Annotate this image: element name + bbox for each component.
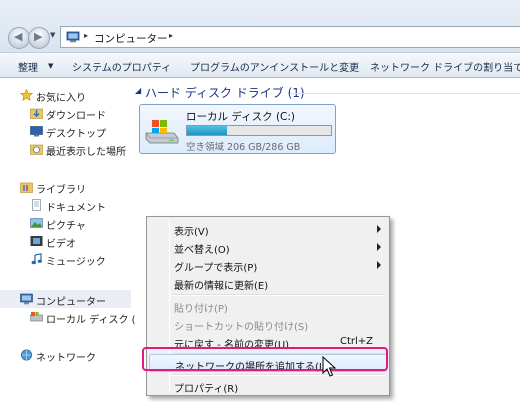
network-icon (21, 349, 32, 361)
command-bar: 整理 ▼ システムのプロパティ プログラムのアンインストールと変更 ネットワーク… (0, 52, 520, 78)
menu-item-paste-shortcut-label: ショートカットの貼り付け(S) (174, 322, 309, 333)
nav-computer-label: コンピューター (36, 297, 106, 308)
nav-recent-places[interactable]: 最近表示した場所 (0, 140, 131, 158)
star-icon (20, 89, 33, 101)
nav-local-disk[interactable]: ローカル ディスク ( (0, 308, 136, 326)
mouse-cursor-icon (322, 356, 337, 377)
recent-pages-dropdown-icon[interactable]: ▼ (50, 31, 58, 43)
back-button[interactable]: ◀ (8, 27, 30, 49)
address-bar-area: ◀ ▶ ▼ ▸ コンピューター ▸ (0, 0, 520, 52)
nav-downloads[interactable]: ダウンロード (0, 104, 131, 122)
drive-free-space: 空き領域 206 GB/286 GB (186, 142, 301, 153)
nav-libraries-label: ライブラリ (36, 185, 86, 196)
submenu-arrow-icon (377, 261, 381, 269)
nav-desktop[interactable]: デスクトップ (0, 122, 131, 140)
navigation-pane: お気に入り ダウンロード デスクトップ 最近表示した場所 ライブラリ ドキュメン… (0, 78, 136, 402)
nav-documents-label: ドキュメント (46, 203, 106, 214)
menu-item-refresh-label: 最新の情報に更新(E) (174, 281, 269, 292)
computer-icon (66, 31, 80, 43)
forward-button[interactable]: ▶ (28, 27, 50, 49)
annotation-highlight-box (142, 347, 388, 371)
nav-music[interactable]: ミュージック (0, 250, 131, 268)
submenu-arrow-icon (377, 243, 381, 251)
collapse-chevron-icon[interactable]: ◢ (135, 86, 141, 95)
music-icon (31, 253, 42, 265)
menu-item-undo-shortcut: Ctrl+Z (339, 336, 373, 347)
menu-item-group-by-label: グループで表示(P) (174, 263, 258, 274)
nav-local-disk-label: ローカル ディスク ( (46, 315, 136, 326)
nav-downloads-label: ダウンロード (46, 111, 106, 122)
hard-drive-icon (30, 312, 43, 322)
nav-pictures-label: ピクチャ (46, 221, 86, 232)
recent-places-icon (30, 144, 43, 155)
back-arrow-icon: ◀ (14, 30, 23, 43)
menu-item-paste[interactable]: 貼り付け(P) (149, 297, 387, 315)
drive-tile-c[interactable]: ローカル ディスク (C:) 空き領域 206 GB/286 GB (139, 104, 336, 154)
computer-icon (20, 293, 33, 305)
desktop-icon (30, 126, 43, 137)
libraries-icon (20, 182, 33, 193)
chevron-down-icon[interactable]: ▼ (48, 62, 53, 70)
menu-item-paste-shortcut[interactable]: ショートカットの貼り付け(S) (149, 315, 387, 333)
menu-item-sort-label: 並べ替え(O) (174, 245, 230, 256)
nav-videos[interactable]: ビデオ (0, 232, 131, 250)
organize-button[interactable]: 整理 (18, 59, 38, 74)
nav-documents[interactable]: ドキュメント (0, 196, 131, 214)
uninstall-program-button[interactable]: プログラムのアンインストールと変更 (190, 59, 359, 74)
submenu-arrow-icon (377, 225, 381, 233)
nav-favorites[interactable]: お気に入り (0, 86, 131, 104)
group-divider (290, 93, 520, 94)
map-network-drive-button[interactable]: ネットワーク ドライブの割り当て (370, 59, 520, 74)
menu-item-view[interactable]: 表示(V) (149, 220, 387, 238)
menu-item-group-by[interactable]: グループで表示(P) (149, 256, 387, 274)
menu-item-view-label: 表示(V) (174, 227, 209, 238)
downloads-folder-icon (30, 108, 43, 119)
nav-favorites-label: お気に入り (36, 93, 86, 104)
drive-usage-fill (187, 126, 228, 135)
hard-drive-icon (145, 120, 179, 144)
nav-music-label: ミュージック (46, 257, 106, 268)
nav-desktop-label: デスクトップ (46, 129, 106, 140)
videos-icon (30, 236, 43, 246)
nav-libraries[interactable]: ライブラリ (0, 178, 131, 196)
menu-item-paste-label: 貼り付け(P) (174, 304, 228, 315)
breadcrumb-computer[interactable]: コンピューター (94, 31, 168, 46)
nav-network[interactable]: ネットワーク (0, 346, 131, 364)
nav-recent-places-label: 最近表示した場所 (46, 147, 126, 158)
nav-pictures[interactable]: ピクチャ (0, 214, 131, 232)
breadcrumb-separator[interactable]: ▸ (169, 31, 173, 40)
menu-item-properties-label: プロパティ(R) (174, 384, 239, 395)
drive-usage-bar (186, 125, 332, 136)
documents-icon (32, 199, 41, 211)
pictures-icon (30, 218, 43, 228)
nav-computer[interactable]: コンピューター (0, 290, 131, 308)
menu-item-properties[interactable]: プロパティ(R) (149, 377, 387, 395)
nav-network-label: ネットワーク (36, 353, 96, 364)
group-header[interactable]: ハード ディスク ドライブ (1) (145, 84, 305, 101)
system-properties-button[interactable]: システムのプロパティ (72, 59, 171, 74)
menu-item-sort[interactable]: 並べ替え(O) (149, 238, 387, 256)
menu-separator (172, 374, 385, 376)
drive-name: ローカル ディスク (C:) (186, 111, 296, 123)
menu-separator (172, 294, 385, 296)
breadcrumb-separator[interactable]: ▸ (84, 31, 88, 40)
address-field[interactable]: ▸ コンピューター ▸ (60, 26, 520, 48)
menu-item-refresh[interactable]: 最新の情報に更新(E) (149, 274, 387, 292)
nav-videos-label: ビデオ (46, 239, 76, 250)
forward-arrow-icon: ▶ (34, 30, 43, 43)
